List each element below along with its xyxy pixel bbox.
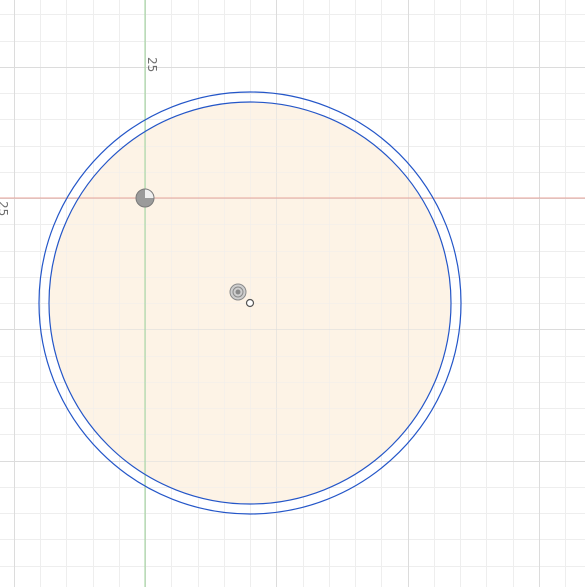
sketch-canvas-viewport[interactable]: 25 25 xyxy=(0,0,585,587)
origin-point[interactable] xyxy=(135,188,155,208)
vertical-axis-tick-label: 25 xyxy=(145,57,159,72)
horizontal-axis-tick-label: 25 xyxy=(0,201,10,216)
sketch-canvas[interactable]: 25 25 xyxy=(0,0,585,587)
circle-center-point[interactable] xyxy=(245,298,255,308)
center-constraint-point[interactable] xyxy=(229,283,247,301)
